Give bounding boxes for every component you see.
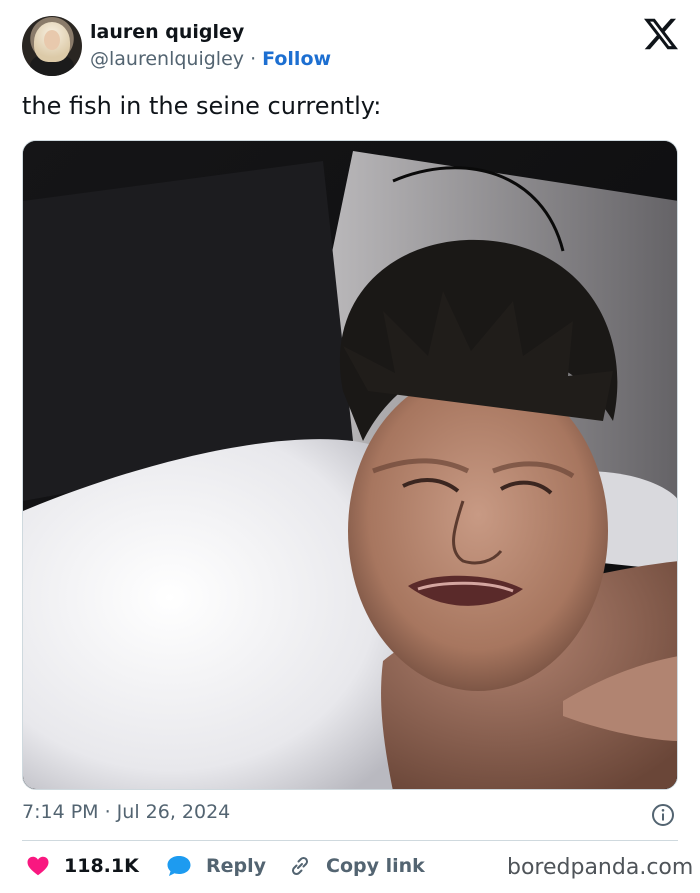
display-name[interactable]: lauren quigley — [90, 21, 244, 43]
heart-icon — [27, 856, 49, 876]
tweet-text: the fish in the seine currently: — [22, 92, 382, 120]
reply-button[interactable]: Reply — [166, 851, 266, 881]
like-button[interactable]: 118.1K — [26, 851, 139, 881]
divider — [22, 840, 678, 841]
x-logo-icon[interactable] — [644, 17, 678, 51]
follow-link[interactable]: Follow — [262, 48, 331, 70]
timestamp[interactable]: 7:14 PM · Jul 26, 2024 — [22, 801, 230, 823]
reply-label: Reply — [206, 855, 267, 877]
tweet-photo[interactable] — [22, 140, 678, 790]
copy-link-label: Copy link — [326, 855, 425, 877]
handle[interactable]: @laurenlquigley — [90, 48, 244, 70]
copy-link-button[interactable]: Copy link — [288, 851, 425, 881]
link-icon — [291, 856, 309, 876]
handle-row: @laurenlquigley · Follow — [90, 48, 331, 70]
photo-illustration — [23, 141, 677, 789]
tweet-header: lauren quigley @laurenlquigley · Follow — [22, 15, 678, 77]
watermark: boredpanda.com — [507, 855, 694, 880]
separator: · — [244, 48, 263, 70]
speech-bubble-icon — [167, 856, 191, 876]
info-icon[interactable] — [651, 803, 675, 827]
like-count: 118.1K — [64, 855, 139, 877]
avatar[interactable] — [22, 16, 82, 76]
